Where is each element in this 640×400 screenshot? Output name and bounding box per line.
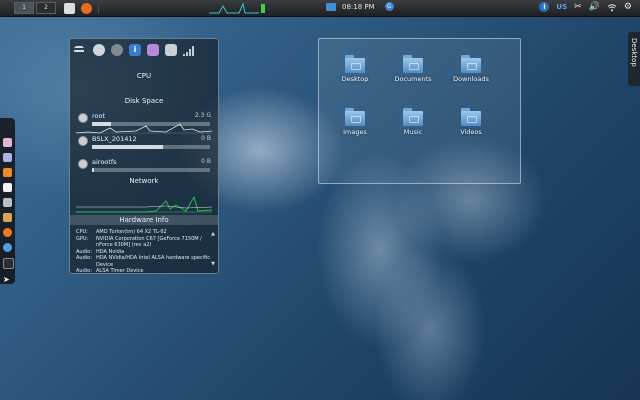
disk-usage: 0 B [201,158,211,165]
file-manager-icon[interactable] [64,2,75,14]
calendar-icon [326,2,336,11]
network-section-title: Network [129,177,159,185]
info-icon[interactable]: i [129,44,141,56]
hardware-info-header: Hardware Info [70,215,218,225]
cursor-icon[interactable]: ➤ [3,275,12,284]
disk-row[interactable]: BSLX_201412 0 B [76,135,214,157]
disk-usage-bar [92,168,210,172]
folder-label: Music [403,128,423,136]
hardware-row: GPU: NVIDIA Corporation C67 [GeForce 7150… [76,235,202,249]
system-tray: i US ✂ 🔊 ⚙ [532,2,632,12]
hardware-row: Audio: HDA NVidia/HDA Intel ALSA hardware… [76,255,210,268]
applet-icon[interactable] [111,44,123,56]
chat-icon[interactable] [93,44,105,56]
folder-videos[interactable]: Videos [449,106,493,146]
hardware-info-list: CPU: AMD Turion(tm) 64 X2 TL-62 GPU: NVIDI… [76,229,210,275]
folder-images[interactable]: Images [333,106,377,146]
disk-usage: 0 B [201,135,211,142]
hardware-row: Audio: ALSA Timer Device [76,268,144,274]
scroll-up-icon[interactable]: ▲ [211,231,215,237]
printer-icon[interactable] [165,44,177,56]
disk-usage-bar [92,122,210,126]
disk-name: BSLX_201412 [92,135,137,143]
drag-handle-icon[interactable] [74,46,84,54]
terminal-icon[interactable] [3,153,12,162]
folder-desktop[interactable]: Desktop [333,53,377,93]
drive-icon [78,159,88,169]
folder-icon [461,108,481,126]
folder-documents[interactable]: Documents [391,53,435,93]
cpu-mini-graph [209,2,265,14]
sysmon-toolbar: i [74,43,214,57]
console-icon[interactable] [3,258,14,269]
top-panel: 1 2 08:18 PM G i US ✂ 🔊 ⚙ [0,0,640,17]
pager-desktop-1[interactable]: 1 [14,2,34,14]
app-icon[interactable] [3,213,12,222]
folder-label: Videos [460,128,482,136]
desktop-toolbox-tab[interactable]: Desktop [628,32,640,86]
signal-icon[interactable] [183,44,195,56]
mail-icon[interactable] [3,198,12,207]
gear-icon[interactable]: ⚙ [624,2,632,12]
disk-name: airootfs [92,158,117,166]
drive-icon [78,136,88,146]
browser-icon[interactable] [3,243,12,252]
desktop-pager: 1 2 [14,2,58,14]
settings-app-icon[interactable] [147,44,159,56]
info-icon[interactable]: i [539,2,550,12]
update-notifier-icon[interactable]: G [384,2,394,11]
clock-widget[interactable]: 08:18 PM G [326,2,394,11]
firefox-icon[interactable] [3,228,12,237]
keyboard-layout-indicator[interactable]: US [556,3,567,11]
desktop-tab-label: Desktop [630,38,638,67]
scroll-down-icon[interactable]: ▼ [211,261,215,267]
dolphin-icon[interactable] [3,138,12,147]
pager-desktop-2[interactable]: 2 [36,2,56,14]
volume-icon[interactable]: 🔊 [589,2,600,12]
folder-music[interactable]: Music [391,106,435,146]
disk-usage: 2.3 G [194,112,211,119]
disk-section-title: Disk Space [124,97,164,105]
system-monitor-widget: i CPU Disk Space root 2.3 G BSLX_201412 … [69,38,219,274]
task-manager[interactable] [98,2,265,14]
drive-icon [78,113,88,123]
folder-view-widget: Desktop Documents Downloads Images Music… [318,38,521,184]
media-icon[interactable] [3,168,12,177]
folder-label: Images [343,128,367,136]
folder-icon [345,55,365,73]
folder-icon [345,108,365,126]
document-icon[interactable] [3,183,12,192]
folder-label: Documents [394,75,432,83]
cpu-section-title: CPU [136,72,152,80]
folder-icon [403,55,423,73]
folder-label: Downloads [453,75,489,83]
scissors-icon[interactable]: ✂ [574,2,582,12]
disk-name: root [92,112,106,120]
wifi-icon[interactable] [607,3,617,12]
app-launcher-dock: ➤ [0,118,15,284]
clock-time: 08:18 PM [342,2,375,11]
disk-row[interactable]: root 2.3 G [76,112,214,134]
network-graph [76,195,212,213]
folder-icon [461,55,481,73]
folder-downloads[interactable]: Downloads [449,53,493,93]
folder-icon [403,108,423,126]
folder-label: Desktop [341,75,369,83]
disk-usage-bar [92,145,210,149]
firefox-icon[interactable] [81,2,92,14]
